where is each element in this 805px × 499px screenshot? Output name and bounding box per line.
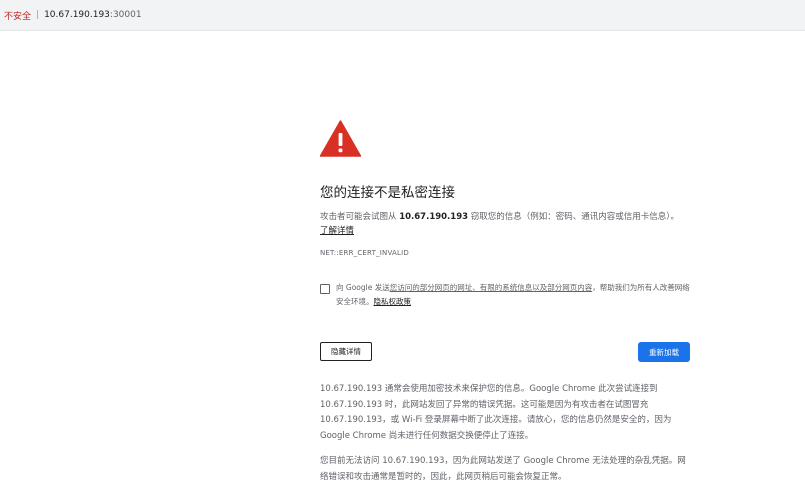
description-host: 10.67.190.193 [399, 212, 469, 222]
not-secure-label[interactable]: 不安全 [4, 9, 31, 22]
address-bar[interactable]: 不安全 | 10.67.190.193 :30001 [0, 0, 805, 31]
learn-more-link[interactable]: 了解详情 [320, 226, 354, 236]
error-code: NET::ERR_CERT_INVALID [320, 249, 409, 257]
error-description: 攻击者可能会试图从 10.67.190.193 窃取您的信息（例如：密码、通讯内… [320, 210, 685, 238]
url-port[interactable]: :30001 [110, 10, 142, 20]
reload-button[interactable]: 重新加载 [638, 342, 690, 362]
address-separator: | [36, 10, 40, 20]
hide-details-button[interactable]: 隐藏详情 [320, 342, 372, 361]
report-opt-in-checkbox[interactable] [320, 284, 330, 294]
privacy-policy-link[interactable]: 隐私权政策 [374, 297, 412, 306]
details-paragraph: 10.67.190.193 通常会使用加密技术来保护您的信息。Google Ch… [320, 384, 672, 441]
warning-triangle-icon [320, 120, 361, 157]
details-section: 10.67.190.193 通常会使用加密技术来保护您的信息。Google Ch… [320, 382, 692, 495]
url-host[interactable]: 10.67.190.193 [44, 10, 110, 20]
description-text: 攻击者可能会试图从 [320, 212, 400, 222]
report-opt-in-label[interactable]: 向 Google 发送您访问的部分网页的网址、有限的系统信息以及部分网页内容，帮… [336, 281, 692, 309]
description-text-2: 窃取您的信息（例如：密码、通讯内容或信用卡信息）。 [468, 212, 680, 222]
page-title: 您的连接不是私密连接 [320, 185, 455, 201]
opt-in-details-link[interactable]: 您访问的部分网页的网址、有限的系统信息以及部分网页内容 [390, 283, 593, 292]
details-paragraph: 您目前无法访问 10.67.190.193，因为此网站发送了 Google Ch… [320, 456, 686, 482]
opt-in-prefix: 向 Google 发送 [336, 283, 390, 292]
